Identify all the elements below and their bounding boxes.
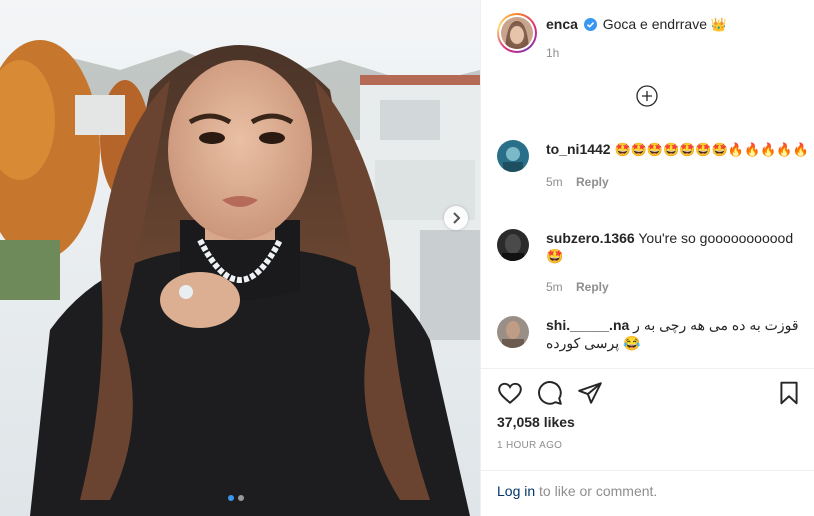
plus-circle-icon [636, 85, 658, 107]
share-button[interactable] [577, 380, 603, 406]
post-photo [0, 0, 480, 516]
comment-icon [538, 381, 562, 405]
login-text: to like or comment. [535, 483, 658, 499]
commenter-avatar[interactable] [497, 229, 529, 261]
commenter-avatar[interactable] [497, 140, 529, 172]
author-avatar-image [501, 17, 533, 49]
chevron-right-icon [453, 212, 461, 224]
login-prompt: Log in to like or comment. [481, 470, 814, 516]
comment-text: 🤩🤩🤩🤩🤩🤩🤩🔥🔥🔥🔥🔥 [614, 143, 809, 158]
post-sidebar: enca Goca e endrrave 👑 1h to_ni1442 🤩🤩🤩🤩… [480, 0, 814, 516]
comment-time[interactable]: 5m [546, 280, 563, 294]
comment-username[interactable]: to_ni1442 [546, 141, 611, 157]
carousel-dots [228, 495, 244, 501]
comments-area[interactable]: enca Goca e endrrave 👑 1h to_ni1442 🤩🤩🤩🤩… [481, 0, 814, 368]
commenter-avatar[interactable] [497, 316, 529, 348]
commenter-avatar-image [497, 229, 529, 261]
save-button[interactable] [776, 380, 802, 406]
carousel-dot [238, 495, 244, 501]
reply-button[interactable]: Reply [576, 175, 609, 189]
heart-icon [498, 382, 522, 405]
author-username[interactable]: enca [546, 16, 578, 32]
reply-button[interactable]: Reply [576, 280, 609, 294]
commenter-avatar-image [497, 316, 529, 348]
post-media[interactable] [0, 0, 480, 516]
comment-button[interactable] [537, 380, 563, 406]
caption-timestamp[interactable]: 1h [546, 46, 559, 60]
carousel-next-button[interactable] [444, 206, 468, 230]
login-link[interactable]: Log in [497, 483, 535, 499]
comment-username[interactable]: shi._____.na [546, 317, 629, 333]
likes-count[interactable]: 37,058 likes [497, 414, 575, 430]
comment-meta: 5m Reply [546, 278, 814, 296]
paper-plane-icon [578, 382, 602, 404]
author-avatar[interactable] [497, 13, 537, 53]
post-actions: 37,058 likes 1 HOUR AGO [481, 368, 814, 470]
bookmark-icon [780, 381, 798, 405]
commenter-avatar-image [497, 140, 529, 172]
verified-badge-icon [583, 18, 597, 31]
comment-time[interactable]: 5m [546, 175, 563, 189]
load-more-comments-button[interactable] [636, 85, 658, 107]
carousel-dot [228, 495, 234, 501]
like-button[interactable] [497, 380, 523, 406]
post-timestamp[interactable]: 1 HOUR AGO [497, 440, 562, 451]
comment-username[interactable]: subzero.1366 [546, 230, 635, 246]
caption-text: Goca e endrrave [602, 16, 707, 32]
comment-meta: 5m Reply [546, 173, 814, 191]
crown-emoji: 👑 [710, 18, 728, 33]
